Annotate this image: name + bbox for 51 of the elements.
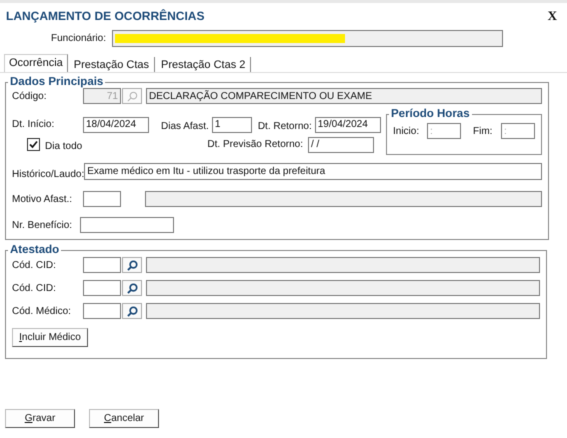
group-title: Atestado (9, 244, 60, 256)
input-field[interactable]: 1 (212, 116, 252, 132)
input-field[interactable] (83, 257, 121, 273)
field-label: Motivo Afast.: (12, 194, 74, 204)
search-icon (126, 306, 138, 316)
search-icon (126, 260, 138, 270)
field-label: Cód. CID: (12, 260, 57, 270)
search-button[interactable] (122, 280, 142, 296)
window-title: LANÇAMENTO DE OCORRÊNCIAS (6, 9, 204, 23)
field-label: Cód. Médico: (12, 306, 72, 316)
input-field[interactable] (145, 191, 542, 207)
search-button[interactable] (122, 303, 142, 319)
employee-field[interactable] (112, 30, 503, 47)
field-label: Histórico/Laudo: (12, 168, 84, 180)
search-button[interactable] (122, 257, 142, 273)
input-field[interactable]: 19/04/2024 (314, 116, 381, 132)
input-field[interactable]: : (501, 123, 535, 139)
checkbox[interactable] (27, 138, 40, 151)
input-field[interactable] (83, 191, 121, 207)
field-label: Nr. Benefício: (12, 220, 74, 230)
input-field[interactable] (146, 280, 540, 296)
field-label: Fim: (473, 126, 494, 136)
input-field[interactable] (83, 303, 121, 319)
group-title: Período Horas (390, 108, 471, 120)
field-label: Cód. CID: (12, 282, 57, 294)
input-field[interactable]: / / (308, 136, 374, 152)
field-label: Dt. Retorno: (258, 121, 312, 132)
input-field[interactable] (146, 257, 540, 273)
tab[interactable]: Ocorrência (4, 54, 68, 72)
input-field[interactable]: : (427, 123, 461, 139)
input-field[interactable]: 18/04/2024 (83, 116, 149, 132)
action-button[interactable]: Gravar (5, 409, 75, 428)
search-icon (126, 282, 138, 294)
input-field[interactable] (80, 217, 174, 233)
checkbox-label: Dia todo (45, 141, 82, 152)
add-doctor-button[interactable]: Incluir Médico (12, 328, 88, 347)
check-icon (29, 140, 38, 149)
close-button[interactable]: X (548, 8, 557, 24)
input-field[interactable]: DECLARAÇÃO COMPARECIMENTO OU EXAME (146, 88, 542, 104)
field-label: Dt. Início: (12, 119, 56, 130)
field-label: Código: (12, 90, 48, 102)
group-title: Dados Principais (9, 76, 104, 88)
search-icon (126, 90, 138, 102)
field-label: Dt. Previsão Retorno: (207, 139, 303, 150)
field-label: Inicio: (393, 126, 420, 136)
field-label: Dias Afast. (161, 121, 209, 132)
input-field[interactable] (83, 280, 121, 296)
field-label: Funcionário: (50, 33, 106, 44)
input-field[interactable]: Exame médico em Itu - utilizou trasporte da prefeitura (84, 163, 542, 180)
input-field[interactable] (146, 303, 540, 319)
action-button[interactable]: Cancelar (89, 409, 159, 428)
